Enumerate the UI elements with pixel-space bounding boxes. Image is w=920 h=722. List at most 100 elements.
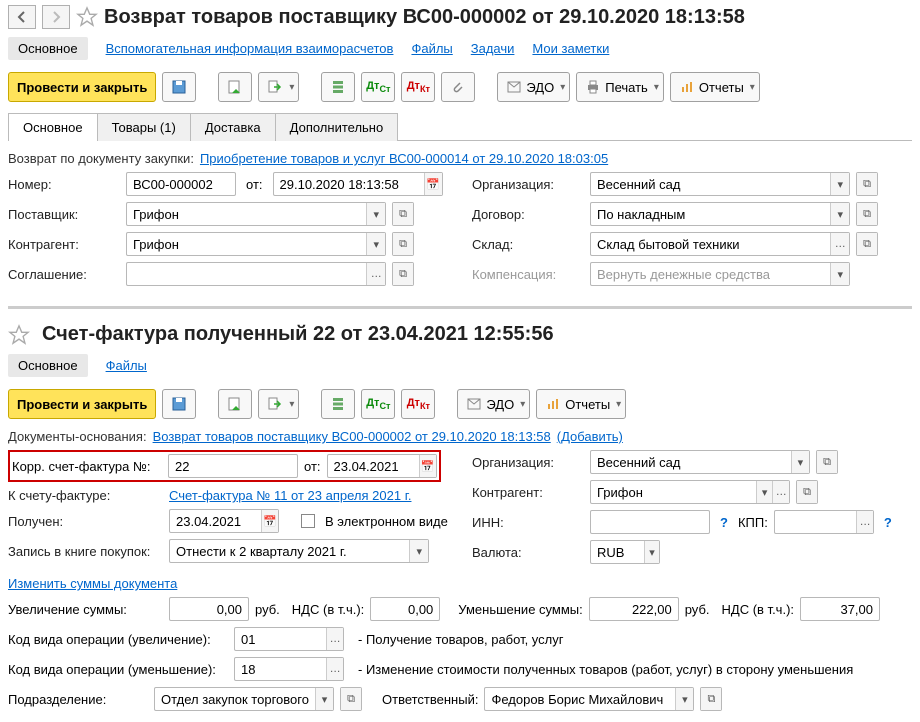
- number-input[interactable]: [127, 173, 235, 195]
- kvo-dec-input[interactable]: [235, 658, 326, 680]
- responsible-input[interactable]: [485, 688, 675, 710]
- open-icon[interactable]: ⧉: [857, 203, 877, 225]
- inc-vat-input[interactable]: [371, 598, 439, 620]
- ellipsis-icon[interactable]: …: [830, 233, 849, 255]
- inn-input[interactable]: [591, 511, 709, 533]
- open-icon[interactable]: ⧉: [857, 173, 877, 195]
- save-button-2[interactable]: [162, 389, 196, 419]
- subtab-extra[interactable]: Дополнительно: [275, 113, 399, 141]
- basis-link-2[interactable]: Возврат товаров поставщику ВС00-000002 о…: [153, 429, 551, 444]
- chevron-down-icon[interactable]: ▾: [315, 688, 333, 710]
- tab-tasks[interactable]: Задачи: [471, 41, 515, 56]
- post-close-button[interactable]: Провести и закрыть: [8, 72, 156, 102]
- tab2-files[interactable]: Файлы: [106, 358, 147, 373]
- basis-add-link[interactable]: (Добавить): [557, 429, 623, 444]
- toolbar: Провести и закрыть ▾ ДтCт ДтКт ЭДО▾ Печа…: [8, 72, 912, 102]
- tab-aux-info[interactable]: Вспомогательная информация взаиморасчето…: [106, 41, 394, 56]
- basis-link[interactable]: Приобретение товаров и услуг ВС00-000014…: [200, 151, 608, 166]
- counterparty-input-2[interactable]: [591, 481, 756, 503]
- contract-input[interactable]: [591, 203, 830, 225]
- to-invoice-link[interactable]: Счет-фактура № 11 от 23 апреля 2021 г.: [169, 488, 411, 503]
- chevron-down-icon[interactable]: ▾: [366, 233, 385, 255]
- structure-button-2[interactable]: [321, 389, 355, 419]
- post-button[interactable]: [218, 72, 252, 102]
- star-icon[interactable]: [8, 324, 30, 346]
- structure-button[interactable]: [321, 72, 355, 102]
- ellipsis-icon[interactable]: …: [856, 511, 872, 533]
- dtkt-dr-button[interactable]: ДтCт: [361, 72, 395, 102]
- post-close-button-2[interactable]: Провести и закрыть: [8, 389, 156, 419]
- open-icon[interactable]: ⧉: [393, 263, 413, 285]
- nav-back-button[interactable]: [8, 5, 36, 29]
- tab-files[interactable]: Файлы: [411, 41, 452, 56]
- calendar-icon[interactable]: 📅: [261, 510, 278, 532]
- star-icon[interactable]: [76, 6, 98, 28]
- dtkt-dr-button-2[interactable]: ДтCт: [361, 389, 395, 419]
- edo-button-2[interactable]: ЭДО▾: [457, 389, 530, 419]
- ellipsis-icon[interactable]: …: [772, 481, 789, 503]
- calendar-icon[interactable]: 📅: [419, 455, 436, 477]
- print-button[interactable]: Печать▾: [576, 72, 664, 102]
- chevron-down-icon[interactable]: ▾: [830, 173, 849, 195]
- org-input[interactable]: [591, 173, 830, 195]
- received-date-input[interactable]: [170, 510, 261, 532]
- tab2-main[interactable]: Основное: [8, 354, 88, 377]
- tab-main[interactable]: Основное: [8, 37, 88, 60]
- save-button[interactable]: [162, 72, 196, 102]
- inn-help-icon[interactable]: ?: [716, 515, 732, 530]
- dec-vat-input[interactable]: [801, 598, 879, 620]
- ellipsis-icon[interactable]: …: [326, 658, 343, 680]
- ellipsis-icon[interactable]: …: [326, 628, 343, 650]
- warehouse-label: Склад:: [472, 237, 584, 252]
- open-icon[interactable]: ⧉: [393, 203, 413, 225]
- chevron-down-icon[interactable]: ▾: [409, 540, 428, 562]
- tab-notes[interactable]: Мои заметки: [532, 41, 609, 56]
- supplier-input[interactable]: [127, 203, 366, 225]
- chevron-down-icon[interactable]: ▾: [756, 481, 773, 503]
- currency-input[interactable]: [591, 541, 644, 563]
- warehouse-input[interactable]: [591, 233, 830, 255]
- chevron-down-icon[interactable]: ▾: [675, 688, 693, 710]
- chevron-down-icon[interactable]: ▾: [366, 203, 385, 225]
- calendar-icon[interactable]: 📅: [424, 173, 442, 195]
- chevron-down-icon[interactable]: ▾: [830, 203, 849, 225]
- electronic-checkbox[interactable]: [301, 514, 315, 528]
- attach-button[interactable]: [441, 72, 475, 102]
- dtkt-kt-button-2[interactable]: ДтКт: [401, 389, 435, 419]
- nav-forward-button[interactable]: [42, 5, 70, 29]
- subtab-goods[interactable]: Товары (1): [97, 113, 191, 141]
- corr-number-input[interactable]: [169, 455, 297, 477]
- subtab-main[interactable]: Основное: [8, 113, 98, 141]
- kpp-help-icon[interactable]: ?: [880, 515, 896, 530]
- chevron-down-icon[interactable]: ▾: [644, 541, 659, 563]
- dtkt-kt-button[interactable]: ДтКт: [401, 72, 435, 102]
- create-based-button-2[interactable]: ▾: [258, 389, 299, 419]
- book-input[interactable]: [170, 540, 409, 562]
- open-icon[interactable]: ⧉: [701, 688, 721, 710]
- reports-button[interactable]: Отчеты▾: [670, 72, 760, 102]
- reports-button-2[interactable]: Отчеты▾: [536, 389, 626, 419]
- edo-button[interactable]: ЭДО▾: [497, 72, 570, 102]
- open-icon[interactable]: ⧉: [857, 233, 877, 255]
- post-button-2[interactable]: [218, 389, 252, 419]
- dec-sum-input[interactable]: [590, 598, 678, 620]
- subtab-delivery[interactable]: Доставка: [190, 113, 276, 141]
- org-input-2[interactable]: [591, 451, 791, 473]
- open-icon[interactable]: ⧉: [341, 688, 361, 710]
- compensation-label: Компенсация:: [472, 267, 584, 282]
- kvo-inc-input[interactable]: [235, 628, 326, 650]
- date-input[interactable]: [274, 173, 424, 195]
- inc-sum-input[interactable]: [170, 598, 248, 620]
- chevron-down-icon[interactable]: ▾: [791, 451, 809, 473]
- ellipsis-icon[interactable]: …: [366, 263, 385, 285]
- change-sums-link[interactable]: Изменить суммы документа: [8, 576, 177, 591]
- open-icon[interactable]: ⧉: [393, 233, 413, 255]
- dept-input[interactable]: [155, 688, 315, 710]
- open-icon[interactable]: ⧉: [797, 481, 817, 503]
- create-based-button[interactable]: ▾: [258, 72, 299, 102]
- agreement-input[interactable]: [127, 263, 366, 285]
- kpp-input[interactable]: [775, 511, 857, 533]
- open-icon[interactable]: ⧉: [817, 451, 837, 473]
- corr-date-input[interactable]: [328, 455, 419, 477]
- counterparty-input[interactable]: [127, 233, 366, 255]
